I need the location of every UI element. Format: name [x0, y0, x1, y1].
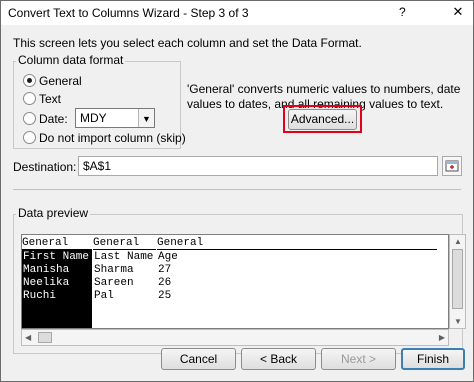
finish-button[interactable]: Finish [401, 348, 465, 370]
collapse-dialog-button[interactable] [442, 156, 462, 176]
horizontal-scroll-thumb[interactable] [38, 332, 52, 343]
cell-r2-c2: Sharma [94, 264, 134, 276]
chevron-down-icon[interactable]: ▼ [138, 109, 154, 127]
window-title: Convert Text to Columns Wizard - Step 3 … [8, 6, 249, 20]
scroll-up-icon[interactable]: ▲ [454, 237, 462, 246]
cell-r3-c2: Sareen [94, 277, 134, 289]
column-data-format-legend: Column data format [16, 53, 126, 67]
column-1-header-line [22, 249, 92, 250]
intro-text: This screen lets you select each column … [13, 36, 362, 50]
cell-r1-c2: Last Name [94, 251, 154, 263]
preview-vertical-scrollbar[interactable]: ▲ ▼ [449, 234, 466, 329]
radio-general[interactable] [23, 74, 36, 87]
cell-r4-c3: 25 [158, 290, 172, 302]
data-preview-legend: Data preview [16, 206, 91, 220]
date-format-value: MDY [80, 111, 107, 125]
help-button[interactable]: ? [399, 5, 406, 19]
advanced-button[interactable]: Advanced... [288, 109, 357, 130]
scroll-down-icon[interactable]: ▼ [454, 317, 462, 326]
data-preview-grid[interactable]: General First Name Manisha Neelika Ruchi… [21, 234, 449, 329]
scroll-right-icon[interactable]: ▶ [439, 333, 445, 342]
title-bar: Convert Text to Columns Wizard - Step 3 … [1, 1, 473, 25]
radio-text-label[interactable]: Text [39, 92, 61, 106]
radio-skip-label[interactable]: Do not import column (skip) [39, 131, 186, 145]
cell-r1-c3: Age [158, 251, 178, 263]
cancel-button[interactable]: Cancel [161, 348, 236, 370]
range-select-icon [445, 160, 459, 172]
radio-general-label[interactable]: General [39, 74, 82, 88]
radio-date[interactable] [23, 112, 36, 125]
back-button[interactable]: < Back [241, 348, 316, 370]
destination-label: Destination: [13, 160, 77, 174]
preview-column-3[interactable]: General Age 27 26 25 [157, 235, 437, 328]
preview-horizontal-scrollbar[interactable]: ◀ ▶ [21, 329, 449, 346]
radio-skip[interactable] [23, 131, 36, 144]
preview-column-2[interactable]: General Last Name Sharma Sareen Pal [93, 235, 156, 328]
date-format-select[interactable]: MDY ▼ [75, 108, 155, 128]
column-1-header[interactable]: General [22, 237, 68, 249]
close-button[interactable]: ✕ [449, 4, 467, 20]
separator-line [13, 189, 461, 190]
scroll-left-icon[interactable]: ◀ [25, 333, 31, 342]
column-3-header[interactable]: General [157, 237, 203, 249]
cell-r4-c1: Ruchi [23, 290, 57, 302]
destination-value: $A$1 [83, 159, 112, 173]
preview-column-1[interactable]: General First Name Manisha Neelika Ruchi [22, 235, 92, 328]
cell-r4-c2: Pal [94, 290, 114, 302]
vertical-scroll-thumb[interactable] [452, 249, 463, 309]
radio-date-label[interactable]: Date: [39, 112, 68, 126]
radio-text[interactable] [23, 92, 36, 105]
cell-r2-c1: Manisha [23, 264, 70, 276]
column-2-header[interactable]: General [93, 237, 139, 249]
cell-r3-c3: 26 [158, 277, 172, 289]
destination-input[interactable]: $A$1 [78, 156, 438, 176]
convert-text-to-columns-dialog: Convert Text to Columns Wizard - Step 3 … [0, 0, 474, 382]
cell-r3-c1: Neelika [23, 277, 70, 289]
column-2-header-line [93, 249, 156, 250]
column-3-header-line [157, 249, 437, 250]
cell-r2-c3: 27 [158, 264, 172, 276]
next-button[interactable]: Next > [321, 348, 396, 370]
cell-r1-c1: First Name [23, 251, 90, 263]
